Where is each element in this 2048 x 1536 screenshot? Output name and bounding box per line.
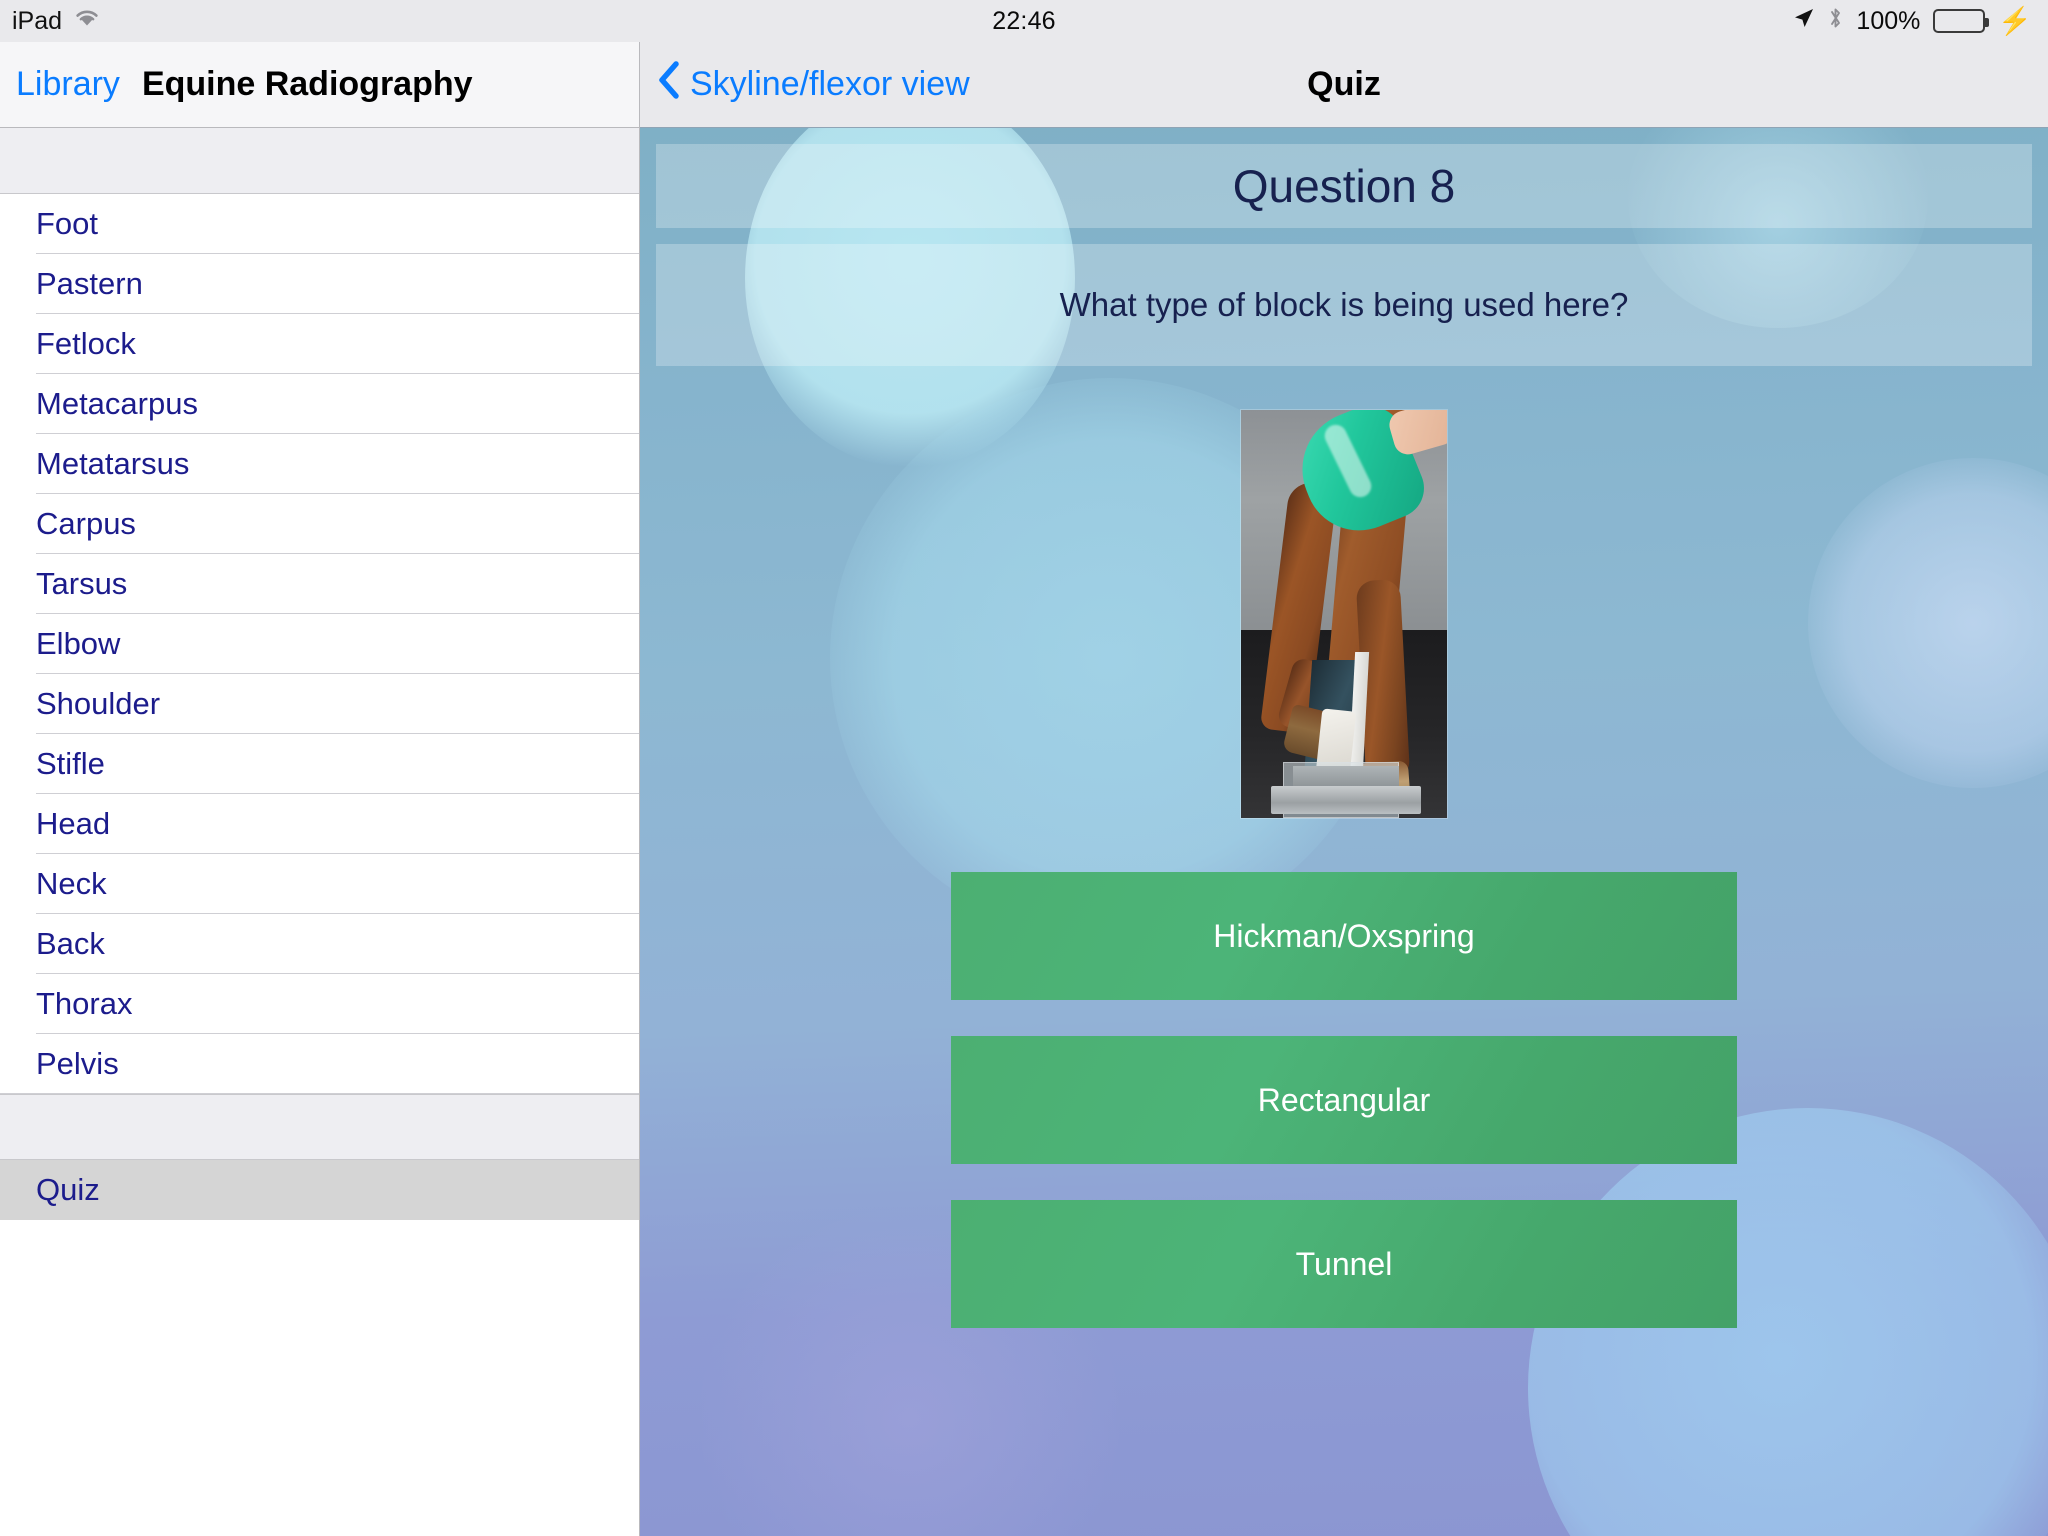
answer-button-2[interactable]: Rectangular: [951, 1036, 1737, 1164]
answer-button-3[interactable]: Tunnel: [951, 1200, 1737, 1328]
sidebar-list[interactable]: Foot Pastern Fetlock Metacarpus Metatars…: [0, 128, 639, 1536]
answer-label: Rectangular: [1257, 1081, 1431, 1118]
sidebar-item-carpus[interactable]: Carpus: [0, 494, 639, 554]
battery-percent-label: 100%: [1856, 6, 1921, 35]
sidebar-item-back[interactable]: Back: [0, 914, 639, 974]
sidebar-item-label: Pelvis: [36, 1046, 119, 1081]
sidebar-item-shoulder[interactable]: Shoulder: [0, 674, 639, 734]
question-number-panel: Question 8: [656, 144, 2032, 228]
sidebar-title: Equine Radiography: [141, 65, 473, 103]
sidebar-section-gap: [0, 1094, 639, 1160]
sidebar-section-header-top: [0, 128, 639, 194]
question-image-wrap: [640, 410, 2048, 818]
sidebar-item-foot[interactable]: Foot: [0, 194, 639, 254]
answer-list: Hickman/Oxspring Rectangular Tunnel: [640, 872, 2048, 1328]
sidebar-item-metacarpus[interactable]: Metacarpus: [0, 374, 639, 434]
status-bar: iPad 22:46 100% ⚡: [0, 0, 2048, 42]
back-button[interactable]: Skyline/flexor view: [656, 60, 970, 109]
sidebar-item-label: Carpus: [36, 506, 136, 541]
back-button-label: Skyline/flexor view: [690, 65, 970, 103]
clock: 22:46: [992, 6, 1056, 35]
sidebar-item-label: Elbow: [36, 626, 121, 661]
sidebar-item-label: Head: [36, 806, 111, 841]
answer-label: Hickman/Oxspring: [1213, 917, 1475, 954]
sidebar-item-label: Tarsus: [36, 566, 128, 601]
answer-label: Tunnel: [1295, 1245, 1393, 1282]
sidebar-item-label: Foot: [36, 206, 99, 241]
sidebar-item-head[interactable]: Head: [0, 794, 639, 854]
detail-nav-bar: Skyline/flexor view Quiz: [640, 42, 2048, 128]
sidebar-nav-bar: Library Equine Radiography: [0, 42, 639, 128]
sidebar-item-label: Metatarsus: [36, 446, 190, 481]
sidebar-item-label: Stifle: [36, 746, 105, 781]
sidebar-item-elbow[interactable]: Elbow: [0, 614, 639, 674]
sidebar-item-label: Thorax: [36, 986, 133, 1021]
ipad-screen: iPad 22:46 100% ⚡ Library Equine Radiogr…: [0, 0, 2048, 1536]
quiz-canvas: Question 8 What type of block is being u…: [640, 128, 2048, 1536]
status-bar-center: 22:46: [0, 0, 2048, 42]
sidebar-item-stifle[interactable]: Stifle: [0, 734, 639, 794]
horse-limb-in-positioning-block-photo: [1241, 410, 1447, 818]
sidebar-item-thorax[interactable]: Thorax: [0, 974, 639, 1034]
sidebar-item-label: Neck: [36, 866, 107, 901]
sidebar-item-metatarsus[interactable]: Metatarsus: [0, 434, 639, 494]
detail-pane: Skyline/flexor view Quiz Question 8 What…: [640, 42, 2048, 1536]
sidebar-item-label: Shoulder: [36, 686, 161, 721]
sidebar-item-label: Quiz: [36, 1172, 100, 1207]
sidebar-item-neck[interactable]: Neck: [0, 854, 639, 914]
answer-button-1[interactable]: Hickman/Oxspring: [951, 872, 1737, 1000]
sidebar-item-label: Fetlock: [36, 326, 136, 361]
sidebar-item-label: Pastern: [36, 266, 143, 301]
sidebar-item-pelvis[interactable]: Pelvis: [0, 1034, 639, 1094]
sidebar-item-tarsus[interactable]: Tarsus: [0, 554, 639, 614]
battery-full-icon: [1933, 9, 1990, 33]
lightning-bolt-icon: ⚡: [1998, 5, 2032, 36]
sidebar-item-pastern[interactable]: Pastern: [0, 254, 639, 314]
library-back-button[interactable]: Library: [16, 65, 120, 104]
question-text-panel: What type of block is being used here?: [656, 244, 2032, 366]
sidebar: Library Equine Radiography Foot Pastern …: [0, 42, 640, 1536]
chevron-left-icon: [656, 60, 682, 109]
sidebar-item-label: Metacarpus: [36, 386, 198, 421]
sidebar-item-quiz[interactable]: Quiz: [0, 1160, 639, 1220]
bluetooth-icon: [1828, 6, 1843, 37]
question-text: What type of block is being used here?: [1059, 286, 1629, 323]
question-number-label: Question 8: [1232, 160, 1456, 212]
split-view: Library Equine Radiography Foot Pastern …: [0, 42, 2048, 1536]
sidebar-item-fetlock[interactable]: Fetlock: [0, 314, 639, 374]
status-bar-right: 100% ⚡: [1793, 0, 2032, 42]
sidebar-item-label: Back: [36, 926, 105, 961]
location-arrow-icon: [1793, 7, 1815, 36]
